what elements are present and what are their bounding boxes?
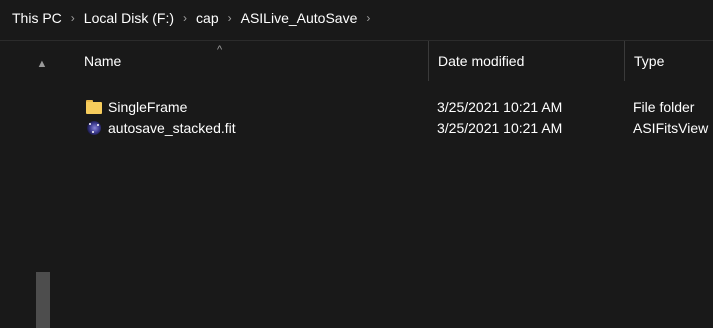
breadcrumb: This PC › Local Disk (F:) › cap › ASILiv…: [0, 0, 377, 36]
file-type: File folder: [633, 98, 695, 115]
folder-icon: [86, 99, 102, 115]
column-header-name-label: Name: [84, 53, 122, 69]
file-explorer-window: This PC › Local Disk (F:) › cap › ASILiv…: [0, 0, 713, 328]
column-header-date-label: Date modified: [438, 53, 525, 69]
file-type: ASIFitsView: [633, 119, 709, 136]
file-row-singleframe[interactable]: SingleFrame 3/25/2021 10:21 AM File fold…: [62, 96, 713, 117]
breadcrumb-item-local-disk[interactable]: Local Disk (F:): [82, 10, 176, 26]
breadcrumb-separator-icon[interactable]: ›: [64, 12, 82, 24]
breadcrumb-item-this-pc[interactable]: This PC: [10, 10, 64, 26]
address-bar[interactable]: This PC › Local Disk (F:) › cap › ASILiv…: [0, 0, 713, 41]
breadcrumb-separator-icon[interactable]: ›: [359, 12, 377, 24]
breadcrumb-item-asilive-autosave[interactable]: ASILive_AutoSave: [239, 10, 360, 26]
scroll-up-arrow-icon[interactable]: ▲: [36, 59, 48, 70]
fits-file-icon: [86, 120, 102, 136]
breadcrumb-separator-icon[interactable]: ›: [221, 12, 239, 24]
sort-ascending-icon: ^: [217, 44, 223, 56]
breadcrumb-separator-icon[interactable]: ›: [176, 12, 194, 24]
file-date-modified: 3/25/2021 10:21 AM: [437, 98, 563, 115]
file-name: autosave_stacked.fit: [108, 119, 236, 136]
file-list: Name ^ Date modified Type SingleFrame 3/…: [62, 41, 713, 328]
column-header-name[interactable]: Name ^: [62, 41, 428, 81]
column-header-date-modified[interactable]: Date modified: [428, 41, 624, 81]
file-date-modified: 3/25/2021 10:21 AM: [437, 119, 563, 136]
navigation-pane: ▲: [0, 41, 62, 328]
column-header-type-label: Type: [634, 53, 665, 69]
column-header-type[interactable]: Type: [624, 41, 713, 81]
file-name: SingleFrame: [108, 98, 188, 115]
file-row-autosave-stacked[interactable]: autosave_stacked.fit 3/25/2021 10:21 AM …: [62, 117, 713, 138]
breadcrumb-item-cap[interactable]: cap: [194, 10, 221, 26]
column-header-row: Name ^ Date modified Type: [62, 41, 713, 81]
nav-scrollbar-thumb[interactable]: [36, 272, 50, 328]
